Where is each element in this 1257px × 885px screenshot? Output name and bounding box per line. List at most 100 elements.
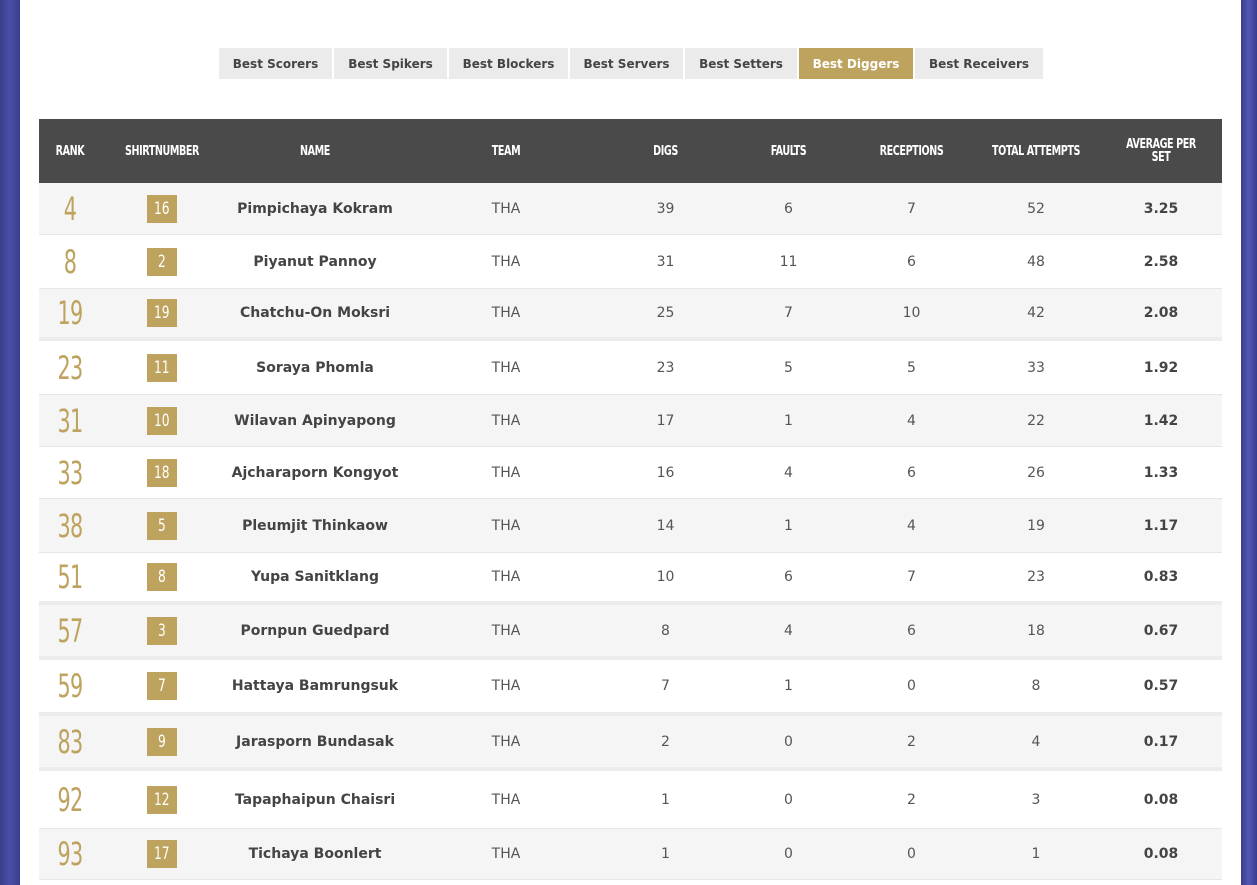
digs-value: 17	[656, 412, 675, 429]
table-row[interactable]: 57 3 Pornpun Guedpard THA 8 4 6 18 0.67	[39, 605, 1222, 660]
shirt-number: 2	[158, 251, 166, 272]
player-name: Ajcharaporn Kongyot	[231, 464, 399, 481]
shirt-number-cell: 3	[101, 616, 223, 645]
digs-value: 2	[661, 733, 670, 750]
table-row[interactable]: 59 7 Hattaya Bamrungsuk THA 7 1 0 8 0.57	[39, 660, 1222, 716]
faults-value: 11	[779, 253, 798, 270]
player-name: Pornpun Guedpard	[240, 622, 390, 639]
average-per-set-value: 1.33	[1143, 464, 1179, 481]
average-per-set-value: 0.67	[1143, 622, 1179, 639]
shirt-number-badge: 18	[147, 458, 177, 487]
total-attempts-value: 1	[1031, 846, 1041, 862]
receptions-value: 4	[907, 412, 916, 429]
header-total-attempts[interactable]: TOTAL ATTEMPTS	[984, 145, 1089, 158]
average-per-set-value: 2.08	[1143, 305, 1179, 321]
header-team[interactable]: TEAM	[425, 145, 587, 158]
player-name: Piyanut Pannoy	[253, 253, 377, 270]
table-row[interactable]: 23 11 Soraya Phomla THA 23 5 5 33 1.92	[39, 341, 1222, 395]
team-code: THA	[491, 678, 521, 694]
player-name: Soraya Phomla	[256, 359, 374, 376]
team-code: THA	[491, 569, 521, 585]
table-row[interactable]: 51 8 Yupa Sanitklang THA 10 6 7 23 0.83	[39, 553, 1222, 605]
tab-best-scorers[interactable]: Best Scorers	[219, 48, 332, 79]
tab-best-receivers[interactable]: Best Receivers	[915, 48, 1043, 79]
shirt-number-badge: 10	[147, 406, 177, 435]
team-code: THA	[491, 305, 521, 321]
player-name: Jarasporn Bundasak	[236, 733, 394, 750]
team-code: THA	[491, 464, 521, 481]
header-receptions[interactable]: RECEPTIONS	[862, 145, 961, 158]
player-rank: 83	[57, 722, 84, 761]
receptions-value: 0	[907, 678, 916, 694]
tab-best-diggers[interactable]: Best Diggers	[799, 48, 913, 79]
shirt-number-cell: 2	[101, 247, 223, 276]
average-per-set-value: 0.57	[1143, 678, 1179, 694]
digs-value: 16	[656, 464, 675, 481]
player-rank: 33	[57, 453, 84, 492]
shirt-number: 8	[158, 567, 166, 587]
player-name: Chatchu-On Moksri	[239, 305, 391, 321]
total-attempts-value: 42	[1027, 305, 1045, 321]
tab-best-blockers[interactable]: Best Blockers	[449, 48, 568, 79]
tab-best-spikers[interactable]: Best Spikers	[334, 48, 447, 79]
receptions-value: 6	[907, 253, 916, 270]
shirt-number: 18	[154, 462, 170, 483]
total-attempts-value: 52	[1027, 200, 1045, 217]
digs-value: 7	[661, 678, 670, 694]
team-code: THA	[491, 359, 521, 376]
header-name[interactable]: NAME	[240, 145, 391, 158]
shirt-number: 5	[158, 515, 166, 536]
table-row[interactable]: 38 5 Pleumjit Thinkaow THA 14 1 4 19 1.17	[39, 499, 1222, 553]
faults-value: 4	[784, 464, 793, 481]
receptions-value: 4	[907, 517, 916, 534]
table-row[interactable]: 19 19 Chatchu-On Moksri THA 25 7 10 42 2.08	[39, 289, 1222, 341]
shirt-number-badge: 8	[147, 563, 177, 591]
player-name: Pimpichaya Kokram	[237, 200, 393, 217]
shirt-number-cell: 7	[101, 672, 223, 700]
shirt-number-cell: 8	[101, 563, 223, 591]
header-shirtnumber[interactable]: SHIRTNUMBER	[112, 145, 212, 158]
team-code: THA	[491, 791, 521, 808]
header-average-per-set[interactable]: AVERAGE PER SET	[1111, 138, 1211, 164]
total-attempts-value: 8	[1031, 678, 1041, 694]
header-rank[interactable]: RANK	[45, 145, 96, 158]
player-rank: 93	[57, 835, 84, 873]
player-name: Hattaya Bamrungsuk	[231, 678, 399, 694]
average-per-set-value: 1.42	[1143, 412, 1179, 429]
player-rank: 4	[63, 189, 77, 228]
table-row[interactable]: 83 9 Jarasporn Bundasak THA 2 0 2 4 0.17	[39, 716, 1222, 771]
shirt-number-badge: 9	[147, 727, 177, 756]
faults-value: 0	[784, 846, 793, 862]
shirt-number: 17	[154, 844, 170, 864]
total-attempts-value: 26	[1027, 464, 1045, 481]
header-faults[interactable]: FAULTS	[737, 145, 840, 158]
faults-value: 6	[784, 569, 793, 585]
player-rank: 38	[57, 506, 84, 545]
header-digs[interactable]: DIGS	[616, 145, 715, 158]
total-attempts-value: 48	[1027, 253, 1045, 270]
average-per-set-value: 1.17	[1143, 517, 1179, 534]
table-row[interactable]: 33 18 Ajcharaporn Kongyot THA 16 4 6 26 1.33	[39, 447, 1222, 499]
shirt-number-badge: 19	[147, 299, 177, 327]
player-rank: 51	[57, 558, 84, 596]
shirt-number-cell: 18	[101, 458, 223, 487]
faults-value: 5	[784, 359, 793, 376]
table-row[interactable]: 31 10 Wilavan Apinyapong THA 17 1 4 22 1.42	[39, 395, 1222, 447]
table-row[interactable]: 8 2 Piyanut Pannoy THA 31 11 6 48 2.58	[39, 235, 1222, 289]
table-row[interactable]: 4 16 Pimpichaya Kokram THA 39 6 7 52 3.25	[39, 183, 1222, 235]
shirt-number-cell: 19	[101, 299, 223, 327]
shirt-number-cell: 12	[101, 785, 223, 814]
player-rank: 31	[57, 401, 84, 440]
tab-best-servers[interactable]: Best Servers	[570, 48, 683, 79]
average-per-set-value: 0.17	[1143, 733, 1179, 750]
shirt-number: 3	[158, 620, 166, 641]
shirt-number-badge: 17	[147, 840, 177, 868]
digs-value: 14	[656, 517, 675, 534]
table-row[interactable]: 92 12 Tapaphaipun Chaisri THA 1 0 2 3 0.08	[39, 771, 1222, 829]
table-row[interactable]: 93 17 Tichaya Boonlert THA 1 0 0 1 0.08	[39, 829, 1222, 880]
table-header: RANK SHIRTNUMBER NAME TEAM DIGS FAULTS R…	[39, 119, 1222, 183]
shirt-number-cell: 10	[101, 406, 223, 435]
player-rank: 92	[57, 780, 84, 819]
tab-best-setters[interactable]: Best Setters	[685, 48, 797, 79]
total-attempts-value: 22	[1027, 412, 1045, 429]
